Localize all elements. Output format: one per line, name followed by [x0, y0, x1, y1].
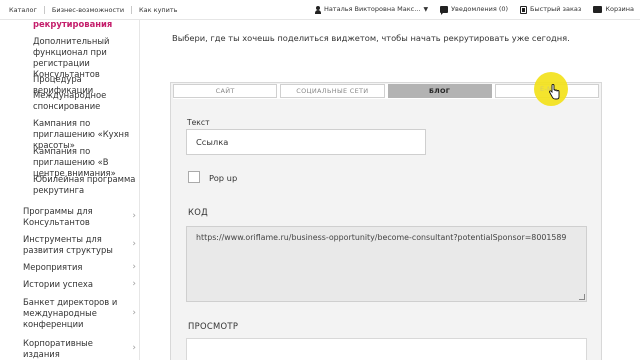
tab-blog[interactable]: БЛОГ — [387, 84, 492, 98]
chevron-right-icon: › — [132, 343, 136, 353]
notifications-button[interactable]: Уведомления (0) — [440, 5, 509, 15]
quick-order-label: Быстрый заказ — [530, 5, 582, 13]
hand-cursor-icon — [549, 84, 560, 100]
sidebar-item-label: Банкет директоров и международные конфер… — [23, 297, 118, 329]
popup-checkbox[interactable] — [188, 171, 200, 183]
user-name: Наталья Викторовна Макс... — [323, 5, 421, 13]
sidebar: рекрутирования Дополнительный функционал… — [0, 19, 140, 360]
sidebar-item-label: Истории успеха — [23, 279, 94, 289]
tab-site[interactable]: САЙТ — [173, 84, 278, 98]
code-label: КОД — [188, 207, 208, 217]
top-actions: Наталья Викторовна Макс... ▼ Уведомления… — [314, 5, 634, 15]
nav-business-link[interactable]: Бизнес-возможности — [45, 6, 133, 14]
chevron-right-icon: › — [132, 239, 136, 249]
cart-label: Корзина — [605, 5, 634, 13]
sidebar-subitem-international-sponsoring[interactable]: Международное спонсирование — [33, 90, 139, 112]
sidebar-item-corporate-publications[interactable]: Корпоративные издания › — [23, 338, 139, 360]
sidebar-item-consultant-programs[interactable]: Программы для Консультантов › — [23, 206, 139, 228]
sidebar-item-label: Инструменты для развития структуры — [23, 234, 113, 255]
intro-text: Выбери, где ты хочешь поделиться виджето… — [172, 33, 570, 43]
code-value: https://www.oriflame.ru/business-opportu… — [196, 233, 567, 242]
chevron-right-icon: › — [132, 278, 136, 289]
top-bar: Каталог Бизнес-возможности Как купить На… — [0, 0, 640, 20]
sidebar-subitem-recruiting[interactable]: рекрутирования — [33, 19, 139, 30]
sidebar-item-label: Программы для Консультантов — [23, 206, 93, 227]
preview-label: ПРОСМОТР — [188, 321, 239, 331]
text-field-label: Текст — [187, 118, 210, 127]
sidebar-item-label: Мероприятия — [23, 262, 83, 272]
sidebar-item-label: Корпоративные издания — [23, 338, 93, 359]
quick-order-button[interactable]: Быстрый заказ — [520, 5, 581, 14]
top-nav: Каталог Бизнес-возможности Как купить — [9, 6, 185, 14]
caret-down-icon: ▼ — [423, 6, 429, 13]
cart-icon — [593, 6, 603, 13]
preview-box — [186, 338, 587, 360]
nav-how-to-buy-link[interactable]: Как купить — [132, 6, 184, 14]
notifications-label: Уведомления (0) — [451, 5, 509, 13]
quick-order-icon — [520, 5, 528, 14]
user-menu[interactable]: Наталья Викторовна Макс... ▼ — [314, 5, 429, 14]
sidebar-item-structure-tools[interactable]: Инструменты для развития структуры › — [23, 234, 139, 256]
user-icon — [314, 5, 321, 14]
chevron-right-icon: › — [132, 211, 136, 221]
chevron-right-icon: › — [132, 261, 136, 272]
cart-button[interactable]: Корзина — [593, 5, 634, 14]
chevron-right-icon: › — [132, 307, 136, 318]
widget-panel: САЙТ СОЦИАЛЬНЫЕ СЕТИ БЛОГ — [170, 82, 602, 360]
sidebar-subitem-anniversary[interactable]: Юбилейная программа рекрутинга — [33, 174, 139, 196]
sidebar-item-events[interactable]: Мероприятия › — [23, 262, 139, 273]
tab-social[interactable]: СОЦИАЛЬНЫЕ СЕТИ — [280, 84, 385, 98]
resize-handle-icon[interactable] — [579, 294, 585, 300]
text-input[interactable]: Ссылка — [186, 129, 426, 155]
sidebar-item-success-stories[interactable]: Истории успеха › — [23, 279, 139, 290]
sidebar-item-directors-banquet[interactable]: Банкет директоров и международные конфер… — [23, 297, 139, 330]
chat-bubble-icon — [440, 6, 449, 15]
code-textarea[interactable]: https://www.oriflame.ru/business-opportu… — [186, 226, 587, 302]
nav-catalog-link[interactable]: Каталог — [9, 6, 45, 14]
popup-label: Pop up — [209, 173, 238, 183]
